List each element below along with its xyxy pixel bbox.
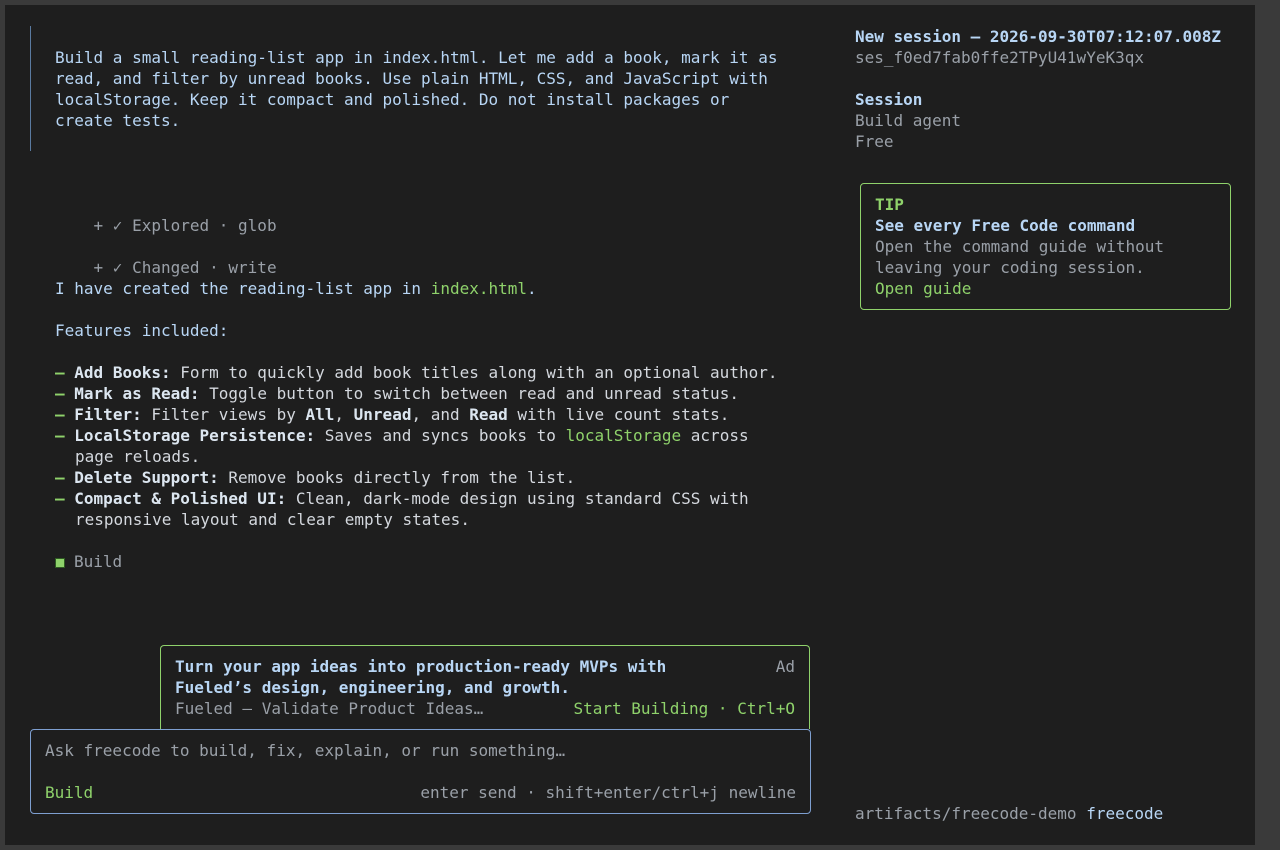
footer-app: freecode <box>1086 804 1164 823</box>
file-link[interactable]: index.html <box>431 279 527 298</box>
mode-selector[interactable]: Build <box>45 782 93 803</box>
session-title: New session – 2026-09-30T07:12:07.008Z <box>855 27 1222 46</box>
tip-label: TIP <box>875 195 904 214</box>
tool-call-label: Explored · glob <box>132 216 277 235</box>
user-prompt: Build a small reading-list app in index.… <box>30 26 801 151</box>
agent-status: Build <box>55 551 122 572</box>
footer-path: artifacts/freecode-demo <box>855 804 1077 823</box>
feature-item: – Mark as Read: Toggle button to switch … <box>55 384 739 403</box>
chat-input[interactable]: Ask freecode to build, fix, explain, or … <box>45 740 565 761</box>
session-section-label: Session <box>855 90 923 109</box>
ad-banner[interactable]: Turn your app ideas into production-read… <box>160 645 810 729</box>
tool-call-status: + ✓ <box>93 216 123 235</box>
ad-source: Fueled — Validate Product Ideas… <box>175 699 484 718</box>
footer: artifacts/freecode-demo freecode <box>855 803 1163 824</box>
session-plan: Free <box>855 132 894 151</box>
tip-card: TIP See every Free Code command Open the… <box>860 183 1231 310</box>
input-hint: enter send · shift+enter/ctrl+j newline <box>420 783 796 802</box>
session-agent: Build agent <box>855 111 961 130</box>
agent-square-icon <box>55 558 65 568</box>
tool-call-label: Changed · write <box>132 258 277 277</box>
tool-call-status: + ✓ <box>93 258 123 277</box>
feature-item: – Delete Support: Remove books directly … <box>55 468 576 487</box>
open-guide-link[interactable]: Open guide <box>875 278 971 299</box>
ad-headline: Turn your app ideas into production-read… <box>175 657 667 676</box>
user-prompt-text: Build a small reading-list app in index.… <box>55 48 778 130</box>
feature-item-continuation: responsive layout and clear empty states… <box>75 510 470 529</box>
ad-headline: Fueled’s design, engineering, and growth… <box>175 678 570 697</box>
features-heading: Features included: <box>55 321 229 340</box>
tip-body: leaving your coding session. <box>875 258 1145 277</box>
session-id: ses_f0ed7fab0ffe2TPyU41wYeK3qx <box>855 48 1144 67</box>
feature-item: – Add Books: Form to quickly add book ti… <box>55 363 778 382</box>
response-intro: I have created the reading-list app in i… <box>55 279 537 298</box>
feature-item: – LocalStorage Persistence: Saves and sy… <box>55 426 749 445</box>
inline-code: localStorage <box>565 426 682 445</box>
chat-input-box[interactable]: Ask freecode to build, fix, explain, or … <box>30 729 811 814</box>
tip-body: Open the command guide without <box>875 237 1164 256</box>
feature-item-continuation: page reloads. <box>75 447 201 466</box>
ad-cta-button[interactable]: Start Building · Ctrl+O <box>573 698 795 719</box>
ad-tag: Ad <box>775 657 795 676</box>
feature-item: – Filter: Filter views by All, Unread, a… <box>55 405 730 424</box>
tip-title: See every Free Code command <box>875 216 1136 235</box>
feature-item: – Compact & Polished UI: Clean, dark-mod… <box>55 489 749 508</box>
terminal-window: Build a small reading-list app in index.… <box>5 5 1255 845</box>
